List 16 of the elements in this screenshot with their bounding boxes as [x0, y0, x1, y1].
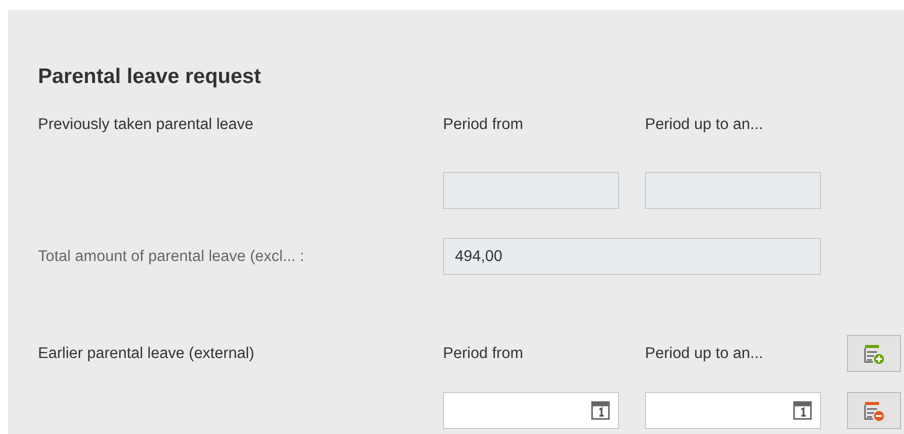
- form-title: Parental leave request: [38, 64, 262, 90]
- date-field[interactable]: [645, 392, 821, 429]
- remove-row-icon: [863, 400, 885, 422]
- add-row-button[interactable]: [847, 335, 901, 372]
- column-header: Period from: [443, 344, 524, 362]
- column-header: Period from: [443, 116, 524, 134]
- field-label: Total amount of parental leave (excl... :: [38, 248, 306, 266]
- add-row-icon: [863, 342, 885, 364]
- remove-row-button[interactable]: [847, 392, 901, 429]
- calendar-icon[interactable]: [591, 401, 610, 420]
- calendar-icon[interactable]: [793, 401, 812, 420]
- column-header: Period up to an...: [645, 116, 764, 134]
- section-label: Previously taken parental leave: [38, 116, 254, 134]
- date-field[interactable]: [443, 392, 619, 429]
- column-header: Period up to an...: [645, 344, 764, 362]
- section-label: Earlier parental leave (external): [38, 344, 256, 362]
